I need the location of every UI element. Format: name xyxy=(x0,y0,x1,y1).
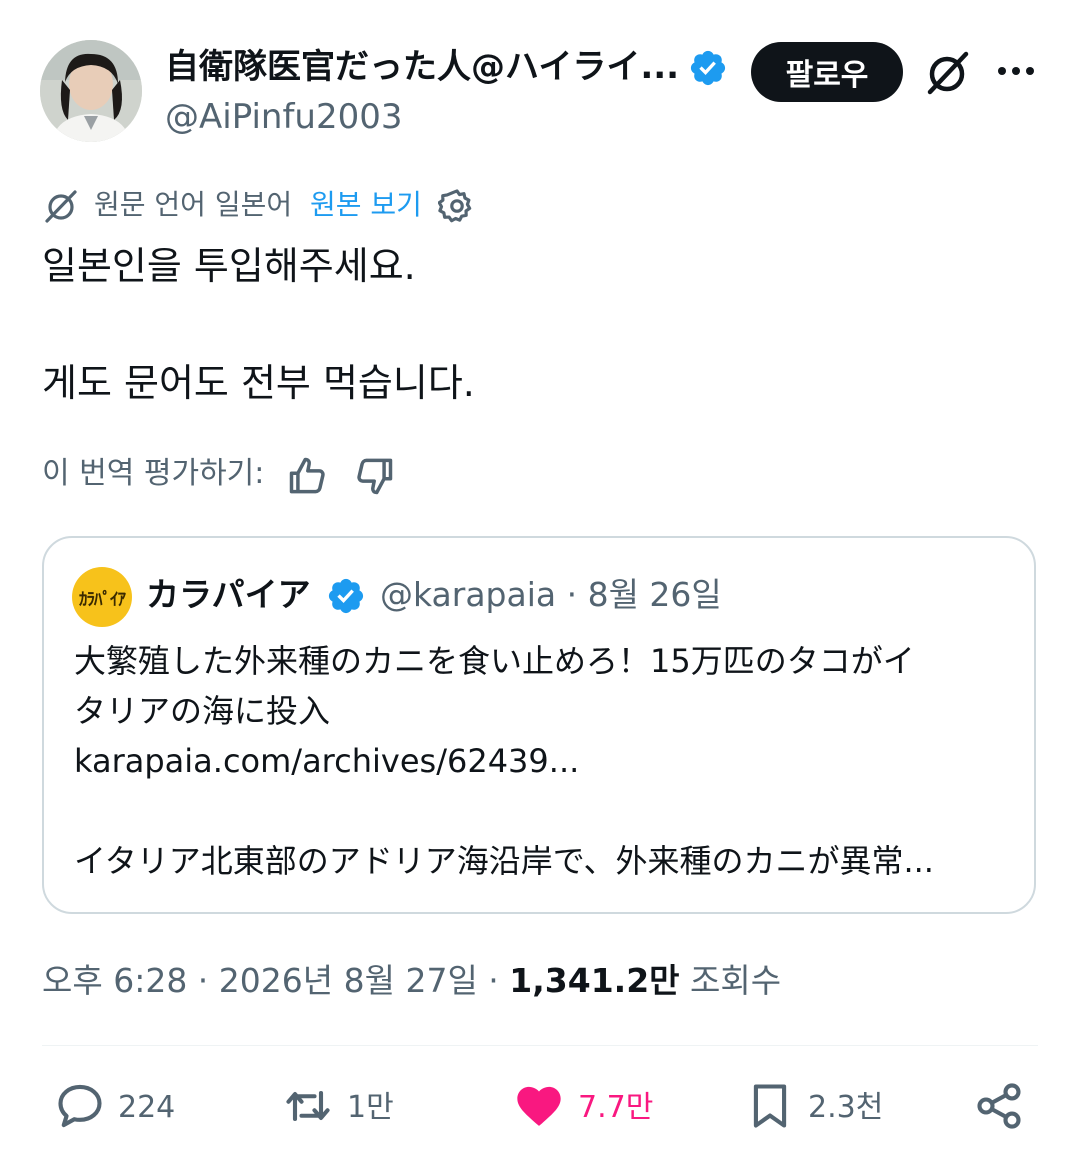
like-count: 7.7만 xyxy=(578,1090,654,1125)
show-original-link[interactable]: 원본 보기 xyxy=(310,184,422,226)
grok-translate-icon xyxy=(45,190,77,223)
quoted-author-name[interactable]: カラパイア xyxy=(146,572,311,618)
author-handle[interactable]: @AiPinfu2003 xyxy=(165,95,403,139)
verified-badge-icon xyxy=(328,578,364,614)
views-label: 조회수 xyxy=(679,961,782,1000)
thumbs-down-icon[interactable] xyxy=(352,454,396,498)
gear-icon[interactable] xyxy=(438,187,476,225)
reply-count: 224 xyxy=(118,1090,176,1125)
translation-source-language: 원문 언어 일본어 xyxy=(94,188,293,221)
reply-icon[interactable] xyxy=(54,1080,106,1132)
verified-badge-icon xyxy=(690,50,726,86)
quoted-text-line: 大繁殖した外来種のカニを食い止めろ！15万匹のタコがイ xyxy=(74,642,915,680)
divider xyxy=(42,1045,1038,1046)
repost-count: 1만 xyxy=(347,1090,394,1125)
quoted-link[interactable]: karapaia.com/archives/62439... xyxy=(74,736,579,786)
views-count: 1,341.2만 xyxy=(509,961,680,1000)
follow-button[interactable]: 팔로우 xyxy=(751,42,903,102)
quoted-handle-date: @karapaia · 8월 26일 xyxy=(380,575,722,614)
author-display-name[interactable]: 自衛隊医官だった人@ハイライ... xyxy=(165,44,679,90)
thumbs-up-icon[interactable] xyxy=(286,454,330,498)
tweet-text-line: 일본인을 투입해주세요. xyxy=(42,244,416,288)
more-options-icon[interactable] xyxy=(995,56,1037,86)
bookmark-count: 2.3천 xyxy=(808,1090,884,1125)
tweet-text-line: 게도 문어도 전부 먹습니다. xyxy=(42,361,475,405)
repost-icon[interactable] xyxy=(282,1080,334,1132)
avatar-photo xyxy=(40,40,142,142)
timestamp-views: 오후 6:28 · 2026년 8월 27일 · 1,341.2만 조회수 xyxy=(42,958,781,1004)
grok-icon[interactable] xyxy=(922,48,972,98)
heart-icon[interactable] xyxy=(513,1080,565,1132)
rate-translation-label: 이 번역 평가하기: xyxy=(42,456,265,491)
quoted-author-avatar[interactable]: ｶﾗﾊﾟｲｱ xyxy=(72,567,132,627)
quoted-text-line: イタリア北東部のアドリア海沿岸で、外来種のカニが異常... xyxy=(74,842,934,880)
share-icon[interactable] xyxy=(973,1080,1025,1132)
bookmark-icon[interactable] xyxy=(744,1080,796,1132)
author-avatar[interactable] xyxy=(40,40,142,142)
quoted-text-line: タリアの海に投入 xyxy=(74,692,331,730)
timestamp[interactable]: 오후 6:28 · 2026년 8월 27일 · xyxy=(42,961,509,1000)
